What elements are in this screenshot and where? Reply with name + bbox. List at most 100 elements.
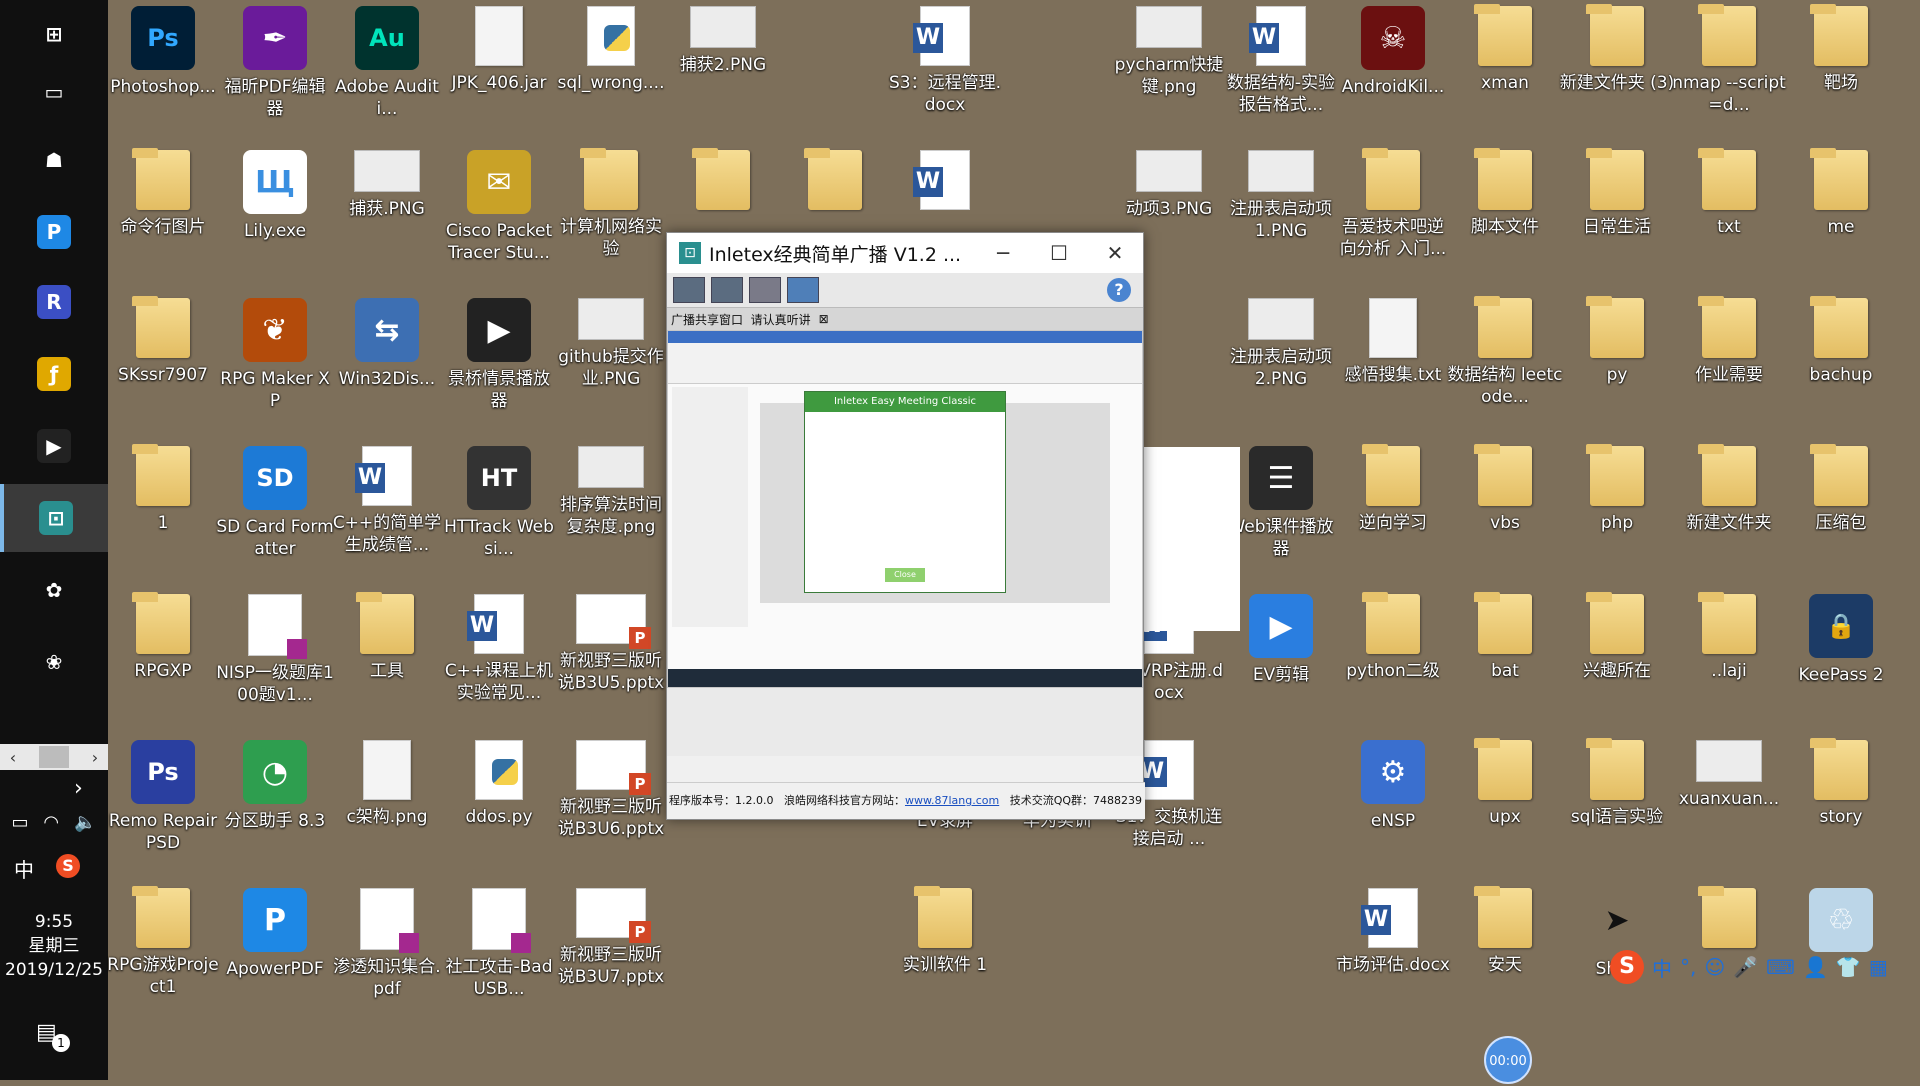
desktop-icon[interactable]: ▶ EV剪辑 xyxy=(1226,594,1336,686)
desktop-icon[interactable]: xuanxuan... xyxy=(1674,740,1784,810)
taskbar-button-pinned-app-3[interactable]: R xyxy=(0,268,108,336)
desktop-icon[interactable]: ☰ Web课件播放器 xyxy=(1226,446,1336,560)
desktop-icon[interactable]: 工具 xyxy=(332,592,442,682)
desktop-icon[interactable]: 注册表启动项2.PNG xyxy=(1226,298,1336,390)
toolbar-download-icon[interactable] xyxy=(673,277,705,303)
desktop-icon[interactable]: 感悟搜集.txt xyxy=(1338,298,1448,386)
desktop-icon[interactable]: bachup xyxy=(1786,296,1896,386)
minimize-button[interactable]: ─ xyxy=(975,233,1031,273)
desktop-icon[interactable]: 新建文件夹 (3) xyxy=(1560,4,1674,94)
desktop-icon[interactable]: RPG游戏Project1 xyxy=(107,886,219,998)
desktop-icon[interactable]: 捕获.PNG xyxy=(332,150,442,220)
desktop-icon[interactable]: 吾爱技术吧逆向分析 入门... xyxy=(1338,148,1448,260)
desktop-icon[interactable]: Ps Remo Repair PSD xyxy=(108,740,218,854)
desktop-icon[interactable]: py xyxy=(1562,296,1672,386)
desktop-icon[interactable]: Ps Photoshop... xyxy=(108,6,218,98)
desktop-icon[interactable]: ❦ RPG Maker XP xyxy=(220,298,330,412)
desktop-icon[interactable]: SD SD Card Formatter xyxy=(216,446,334,560)
taskbar-button-pinned-app-7[interactable]: ❀ xyxy=(0,628,108,696)
desktop-icon[interactable]: ☠ AndroidKil... xyxy=(1338,6,1448,98)
desktop-icon[interactable]: NISP一级题库100题v1... xyxy=(216,594,334,706)
scroll-left-icon[interactable]: ‹ xyxy=(0,748,26,767)
desktop-icon[interactable]: bat xyxy=(1450,592,1560,682)
desktop-icon[interactable]: 新视野三版听说B3U7.pptx xyxy=(556,888,666,988)
desktop-icon[interactable]: 动项3.PNG xyxy=(1114,150,1224,220)
desktop-icon[interactable]: ♲ xyxy=(1786,888,1896,958)
desktop-icon[interactable]: vbs xyxy=(1450,444,1560,534)
wifi-icon[interactable]: ◠ xyxy=(43,812,59,833)
desktop-icon[interactable]: Щ Lily.exe xyxy=(220,150,330,242)
desktop-icon[interactable]: 实训软件 1 xyxy=(890,886,1000,976)
desktop-icon[interactable]: 新视野三版听说B3U5.pptx xyxy=(556,594,666,694)
desktop-icon[interactable]: upx xyxy=(1450,738,1560,828)
close-button[interactable]: ✕ xyxy=(1087,233,1143,273)
taskbar-button-pinned-app-1[interactable]: ☗ xyxy=(0,126,108,194)
desktop-icon[interactable]: RPGXP xyxy=(108,592,218,682)
desktop-icon[interactable]: 兴趣所在 xyxy=(1562,592,1672,682)
maximize-button[interactable]: ☐ xyxy=(1031,233,1087,273)
desktop-icon[interactable]: 压缩包 xyxy=(1786,444,1896,534)
desktop-icon[interactable]: c架构.png xyxy=(332,740,442,828)
desktop-icon[interactable]: pycharm快捷键.png xyxy=(1114,6,1224,98)
desktop-icon[interactable]: 计算机网络实验 xyxy=(556,148,666,260)
action-center-button[interactable]: ▤ 1 xyxy=(36,1020,70,1052)
desktop-icon[interactable]: C++课程上机实验常见... xyxy=(444,594,554,704)
microphone-icon[interactable]: 🎤 xyxy=(1733,955,1758,979)
taskbar-button-pinned-app-4[interactable]: ƒ xyxy=(0,340,108,408)
desktop-icon[interactable]: 1 xyxy=(108,444,218,534)
desktop-icon[interactable]: 渗透知识集合.pdf xyxy=(332,888,442,1000)
sogou-tray-icon[interactable]: S xyxy=(56,854,80,878)
inletex-broadcast-window[interactable]: ⊡ Inletex经典简单广播 V1.2 ... ─ ☐ ✕ ? 广播共享窗口 … xyxy=(666,232,1145,820)
punctuation-icon[interactable]: °, xyxy=(1680,955,1696,979)
desktop-icon[interactable]: python二级 xyxy=(1338,592,1448,682)
desktop-icon[interactable]: story xyxy=(1786,738,1896,828)
desktop-icon[interactable]: me xyxy=(1786,148,1896,238)
toolbox-icon[interactable]: ▦ xyxy=(1869,955,1888,979)
desktop-icon[interactable]: 日常生活 xyxy=(1562,148,1672,238)
desktop-icon[interactable]: nmap --script=d... xyxy=(1672,4,1786,116)
desktop-icon[interactable]: 数据结构-实验报告格式... xyxy=(1226,6,1336,116)
status-site-link[interactable]: www.87lang.com xyxy=(905,794,999,807)
desktop-icon[interactable]: Au Adobe Auditi... xyxy=(332,6,442,120)
desktop-icon[interactable]: ⇆ Win32Dis... xyxy=(332,298,442,390)
taskbar-clock[interactable]: 9:55 星期三 2019/12/25 xyxy=(0,910,108,982)
skin-icon[interactable]: 👕 xyxy=(1836,955,1861,979)
desktop-icon[interactable]: S3：远程管理.docx xyxy=(889,6,1001,116)
desktop-icon[interactable] xyxy=(890,150,1000,216)
desktop-icon[interactable]: sql语言实验 xyxy=(1562,738,1672,828)
desktop-icon[interactable]: 脚本文件 xyxy=(1450,148,1560,238)
desktop-icon[interactable]: 新视野三版听说B3U6.pptx xyxy=(556,740,666,840)
battery-icon[interactable]: ▭ xyxy=(11,812,28,833)
volume-icon[interactable]: 🔈 xyxy=(74,812,96,833)
desktop-icon[interactable]: 排序算法时间复杂度.png xyxy=(556,446,666,538)
desktop-icon[interactable]: ◔ 分区助手 8.3 xyxy=(220,740,330,832)
user-icon[interactable]: 👤 xyxy=(1803,955,1828,979)
desktop-icon[interactable]: 注册表启动项1.PNG xyxy=(1226,150,1336,242)
ime-language-indicator[interactable]: 中 xyxy=(14,854,34,883)
desktop-icon[interactable]: 🔒 KeePass 2 xyxy=(1786,594,1896,686)
desktop-icon[interactable]: ✒ 福昕PDF编辑器 xyxy=(220,6,330,120)
toolbar-screen-icon[interactable] xyxy=(787,277,819,303)
desktop-icon[interactable]: 命令行图片 xyxy=(108,148,218,238)
desktop-icon[interactable]: ▶ 景桥情景播放器 xyxy=(444,298,554,412)
desktop-icon[interactable]: 安天 xyxy=(1450,886,1560,976)
desktop-icon[interactable]: github提交作业.PNG xyxy=(556,298,666,390)
chinese-mode-icon[interactable]: 中 xyxy=(1652,953,1672,982)
taskbar-scroll-control[interactable]: ‹ › xyxy=(0,744,108,770)
desktop-icon[interactable]: SKssr7907 xyxy=(108,296,218,386)
desktop-icon[interactable]: P ApowerPDF xyxy=(220,888,330,980)
desktop-icon[interactable]: 逆向学习 xyxy=(1338,444,1448,534)
show-hidden-icons-icon[interactable]: › xyxy=(74,776,83,801)
scroll-thumb[interactable] xyxy=(39,746,69,768)
taskbar-button-media-player[interactable]: ▶ xyxy=(0,412,108,480)
desktop-icon[interactable]: 社工攻击-BadUSB... xyxy=(444,888,554,1000)
toolbar-stop-icon[interactable] xyxy=(749,277,781,303)
desktop-icon[interactable] xyxy=(780,148,890,216)
tab-close-icon[interactable]: ⊠ xyxy=(819,312,829,326)
emoji-icon[interactable]: ☺ xyxy=(1704,955,1725,979)
desktop-icon[interactable]: xman xyxy=(1450,4,1560,94)
desktop-icon[interactable]: C++的简单学生成绩管... xyxy=(332,446,442,556)
desktop-icon[interactable]: txt xyxy=(1674,148,1784,238)
taskbar-button-pinned-app-6[interactable]: ✿ xyxy=(0,556,108,624)
desktop-icon[interactable]: 新建文件夹 xyxy=(1674,444,1784,534)
